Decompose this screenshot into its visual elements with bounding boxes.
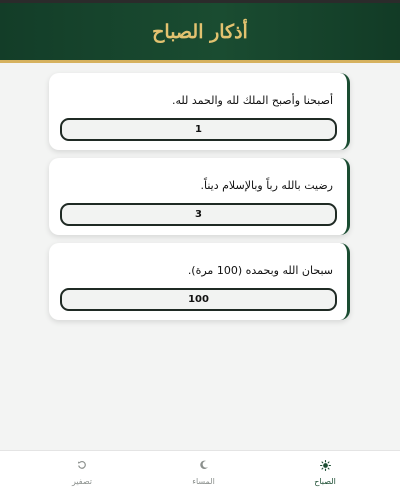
dhikr-card: أصبحنا وأصبح الملك لله والحمد لله. 1 [49,73,350,150]
dhikr-text: سبحان الله وبحمده (100 مرة). [187,264,333,277]
sun-icon [319,460,331,474]
nav-morning[interactable]: الصباح [290,451,360,495]
bottom-navigation: الصباح المساء تصفير [0,450,400,495]
dhikr-text: رضيت بالله رباً وبالإسلام ديناً. [200,179,333,192]
app-header: أذكار الصباح [0,0,400,63]
dhikr-card: سبحان الله وبحمده (100 مرة). 100 [49,243,350,320]
nav-reset[interactable]: تصفير [47,451,117,495]
nav-evening-label: المساء [192,477,215,486]
dhikr-counter-button[interactable]: 100 [60,288,337,311]
reset-icon [77,460,87,474]
moon-icon [199,460,209,474]
dhikr-counter-button[interactable]: 3 [60,203,337,226]
dhikr-counter-button[interactable]: 1 [60,118,337,141]
nav-reset-label: تصفير [71,477,93,486]
nav-evening[interactable]: المساء [169,451,239,495]
dhikr-card: رضيت بالله رباً وبالإسلام ديناً. 3 [49,158,350,235]
nav-morning-label: الصباح [314,477,336,486]
page-title: أذكار الصباح [152,20,248,43]
dhikr-text: أصبحنا وأصبح الملك لله والحمد لله. [171,94,333,107]
